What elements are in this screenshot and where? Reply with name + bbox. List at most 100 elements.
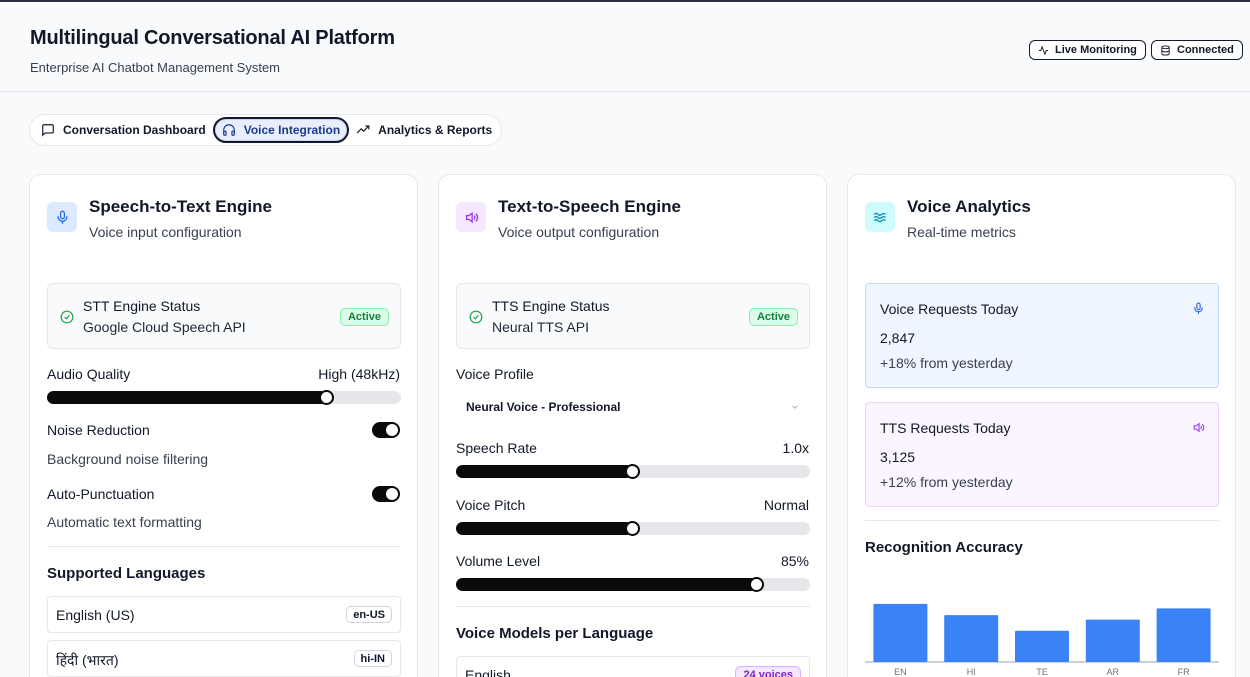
analytics-subtitle: Real-time metrics bbox=[907, 224, 1016, 240]
tab-voice-integration[interactable]: Voice Integration bbox=[212, 117, 350, 143]
tts-card: Text-to-Speech Engine Voice output confi… bbox=[438, 174, 827, 677]
slider-fill bbox=[456, 465, 633, 478]
chevron-down-icon bbox=[792, 405, 798, 409]
tts-status-title: TTS Engine Status bbox=[492, 298, 610, 314]
auto-punctuation-label: Auto-Punctuation bbox=[47, 486, 155, 502]
voice-model-row[interactable]: English 24 voices bbox=[456, 656, 810, 677]
voice-requests-metric: Voice Requests Today 2,847 +18% from yes… bbox=[865, 283, 1219, 388]
divider bbox=[47, 546, 401, 547]
voice-pitch-value: Normal bbox=[763, 497, 809, 513]
app-subtitle: Enterprise AI Chatbot Management System bbox=[30, 60, 281, 75]
speech-rate-label: Speech Rate bbox=[456, 440, 537, 456]
app-title: Multilingual Conversational AI Platform bbox=[30, 27, 395, 49]
slider-thumb[interactable] bbox=[625, 464, 640, 479]
language-row[interactable]: English (US) en-US bbox=[47, 596, 401, 633]
volume-level-value: 85% bbox=[780, 553, 809, 569]
connected-badge[interactable]: Connected bbox=[1151, 40, 1243, 60]
noise-reduction-desc: Background noise filtering bbox=[47, 451, 209, 467]
voice-count-badge: 24 voices bbox=[735, 666, 801, 677]
tts-requests-metric: TTS Requests Today 3,125 +12% from yeste… bbox=[865, 402, 1219, 507]
accuracy-bar-fr[interactable] bbox=[1156, 608, 1211, 662]
analytics-icon-box bbox=[865, 202, 895, 232]
x-tick-label: TE bbox=[1036, 667, 1048, 677]
tts-subtitle: Voice output configuration bbox=[498, 224, 660, 240]
noise-reduction-toggle[interactable] bbox=[372, 422, 400, 438]
voice-models-title: Voice Models per Language bbox=[456, 625, 654, 642]
tts-title: Text-to-Speech Engine bbox=[498, 197, 681, 216]
message-square-icon bbox=[42, 124, 54, 137]
accuracy-bar-ar[interactable] bbox=[1085, 619, 1140, 662]
tab-label: Voice Integration bbox=[243, 123, 341, 137]
volume-level-slider[interactable] bbox=[456, 577, 810, 592]
activity-icon bbox=[1038, 45, 1049, 55]
language-name: हिंदी (भारत) bbox=[56, 652, 119, 668]
tab-label: Conversation Dashboard bbox=[63, 123, 206, 137]
analytics-card: Voice Analytics Real-time metrics Voice … bbox=[847, 174, 1236, 677]
stt-subtitle: Voice input configuration bbox=[89, 224, 242, 240]
voice-requests-title: Voice Requests Today bbox=[880, 301, 1019, 317]
supported-languages-title: Supported Languages bbox=[47, 565, 206, 582]
accuracy-bar-en[interactable] bbox=[873, 603, 928, 662]
speech-rate-value: 1.0x bbox=[782, 440, 809, 456]
database-icon bbox=[1161, 44, 1170, 56]
stt-status-title: STT Engine Status bbox=[83, 298, 201, 314]
live-monitoring-badge[interactable]: Live Monitoring bbox=[1029, 40, 1146, 60]
tab-analytics-reports[interactable]: Analytics & Reports bbox=[349, 117, 499, 143]
tts-requests-delta: +12% from yesterday bbox=[880, 474, 1013, 490]
stt-status-api: Google Cloud Speech API bbox=[83, 319, 246, 335]
voice-requests-value: 2,847 bbox=[880, 330, 916, 346]
stt-icon-box bbox=[47, 202, 77, 232]
trending-up-icon bbox=[356, 125, 370, 134]
slider-thumb[interactable] bbox=[318, 390, 334, 405]
x-tick-label: EN bbox=[894, 667, 907, 677]
stt-card: Speech-to-Text Engine Voice input config… bbox=[29, 174, 418, 677]
voice-requests-delta: +18% from yesterday bbox=[880, 355, 1013, 371]
language-name: English (US) bbox=[56, 607, 135, 623]
volume-icon bbox=[465, 211, 478, 223]
headphones-icon bbox=[222, 124, 235, 136]
voice-profile-label: Voice Profile bbox=[456, 366, 534, 382]
audio-quality-label: Audio Quality bbox=[47, 366, 131, 382]
speech-rate-slider[interactable] bbox=[456, 464, 810, 479]
recognition-accuracy-chart: EN HI TE AR FR bbox=[865, 603, 1219, 677]
slider-thumb[interactable] bbox=[625, 521, 640, 536]
tts-status-api: Neural TTS API bbox=[492, 319, 590, 335]
audio-quality-slider[interactable] bbox=[47, 390, 401, 405]
stt-status-badge: Active bbox=[339, 308, 389, 326]
app-header: Multilingual Conversational AI Platform … bbox=[0, 5, 1250, 92]
microphone-icon bbox=[1194, 302, 1203, 314]
tts-status-box: TTS Engine Status Neural TTS API Active bbox=[456, 283, 810, 349]
tts-requests-title: TTS Requests Today bbox=[880, 420, 1011, 436]
live-monitoring-label: Live Monitoring bbox=[1055, 44, 1137, 56]
tts-status-badge: Active bbox=[748, 308, 798, 326]
main-tabs: Conversation Dashboard Voice Integration… bbox=[29, 114, 502, 146]
tts-icon-box bbox=[456, 202, 486, 232]
check-circle-icon bbox=[60, 310, 74, 324]
auto-punctuation-toggle[interactable] bbox=[372, 486, 400, 502]
accuracy-bar-hi[interactable] bbox=[944, 615, 999, 662]
x-tick-label: FR bbox=[1178, 667, 1190, 677]
tts-requests-value: 3,125 bbox=[880, 449, 916, 465]
waves-icon bbox=[873, 212, 886, 222]
stt-title: Speech-to-Text Engine bbox=[89, 197, 272, 216]
x-tick-label: HI bbox=[967, 667, 976, 677]
voice-pitch-label: Voice Pitch bbox=[456, 497, 526, 513]
auto-punctuation-desc: Automatic text formatting bbox=[47, 514, 202, 530]
slider-fill bbox=[47, 391, 327, 404]
connected-label: Connected bbox=[1177, 44, 1234, 56]
tab-conversation-dashboard[interactable]: Conversation Dashboard bbox=[34, 117, 213, 143]
voice-profile-value: Neural Voice - Professional bbox=[466, 400, 621, 414]
slider-fill bbox=[456, 522, 633, 535]
language-code-badge: en-US bbox=[346, 606, 392, 623]
language-row[interactable]: हिंदी (भारत) hi-IN bbox=[47, 640, 401, 677]
audio-quality-value: High (48kHz) bbox=[318, 366, 400, 382]
voice-pitch-slider[interactable] bbox=[456, 521, 810, 536]
x-tick-label: AR bbox=[1107, 667, 1120, 677]
voice-profile-select[interactable]: Neural Voice - Professional bbox=[456, 393, 810, 421]
volume-icon bbox=[1193, 422, 1205, 433]
slider-fill bbox=[456, 578, 757, 591]
accuracy-bar-te[interactable] bbox=[1015, 630, 1069, 662]
divider bbox=[456, 606, 810, 607]
divider bbox=[865, 520, 1219, 521]
slider-thumb[interactable] bbox=[748, 577, 764, 592]
